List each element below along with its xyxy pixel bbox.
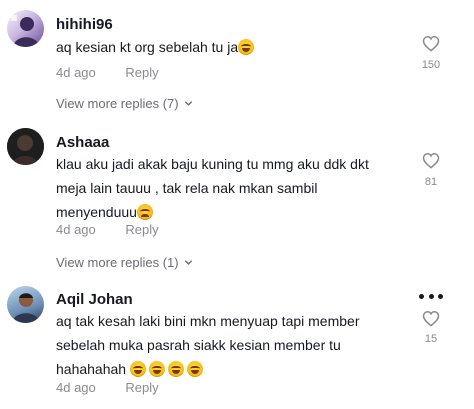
reply-button[interactable]: Reply — [125, 380, 158, 395]
username[interactable]: Ashaaa — [56, 134, 109, 151]
comment-text-line: hahahahah — [56, 361, 127, 377]
avatar[interactable] — [7, 128, 44, 165]
laughing-tears-emoji-icon — [186, 361, 203, 377]
comment-text-line: menyenduuu — [56, 204, 137, 220]
comment-meta: 4d ago Reply — [56, 380, 159, 395]
chevron-down-icon — [184, 260, 192, 265]
reply-button[interactable]: Reply — [125, 222, 158, 237]
timestamp: 4d ago — [56, 380, 96, 395]
comment-text-content: aq kesian kt org sebelah tu ja — [56, 39, 239, 55]
avatar-image — [11, 15, 40, 47]
view-more-replies-button[interactable]: View more replies (7) — [56, 96, 193, 111]
laughing-tears-emoji-icon — [238, 39, 255, 55]
comment-meta: 4d ago Reply — [56, 65, 159, 80]
avatar-image — [7, 128, 44, 165]
like-count: 150 — [421, 59, 441, 71]
comment-text-line: klau aku jadi akak baju kuning tu mmg ak… — [56, 156, 369, 172]
view-more-replies-button[interactable]: View more replies (1) — [56, 255, 193, 270]
heart-icon — [422, 152, 440, 169]
more-options-icon[interactable] — [419, 288, 443, 304]
heart-icon — [422, 35, 440, 52]
comment-text: aq tak kesah laki bini mkn menyuap tapi … — [56, 309, 391, 381]
comment-text-line: aq tak kesah laki bini mkn menyuap tapi … — [56, 313, 360, 329]
laughing-tears-emoji-icon — [148, 361, 165, 377]
comment-text: klau aku jadi akak baju kuning tu mmg ak… — [56, 152, 391, 224]
laughing-tears-emoji-icon — [129, 361, 146, 377]
comment-text: aq kesian kt org sebelah tu ja — [56, 35, 391, 59]
comment-text-line: sebelah muka pasrah siakk kesian member … — [56, 337, 341, 353]
heart-icon — [422, 310, 440, 327]
view-more-label: View more replies (7) — [56, 96, 179, 111]
more-dot — [428, 293, 434, 299]
like-button[interactable] — [421, 152, 441, 169]
timestamp: 4d ago — [56, 65, 96, 80]
timestamp: 4d ago — [56, 222, 96, 237]
like-count: 15 — [424, 333, 438, 345]
like-button[interactable] — [421, 310, 441, 327]
reply-button[interactable]: Reply — [125, 65, 158, 80]
laughing-tears-emoji-icon — [167, 361, 184, 377]
view-more-label: View more replies (1) — [56, 255, 179, 270]
crying-face-emoji-icon — [136, 204, 153, 220]
avatar-image — [12, 293, 40, 323]
like-button[interactable] — [421, 35, 441, 52]
avatar[interactable] — [7, 10, 44, 47]
avatar[interactable] — [7, 286, 44, 323]
username[interactable]: hihihi96 — [56, 16, 113, 33]
chevron-down-icon — [184, 101, 192, 106]
comment-text-line: meja lain tauuu , tak rela nak mkan samb… — [56, 180, 318, 196]
comment-meta: 4d ago Reply — [56, 222, 159, 237]
more-dot — [438, 293, 443, 299]
more-dot — [419, 293, 424, 299]
username[interactable]: Aqil Johan — [56, 291, 133, 308]
like-count: 81 — [424, 176, 438, 188]
